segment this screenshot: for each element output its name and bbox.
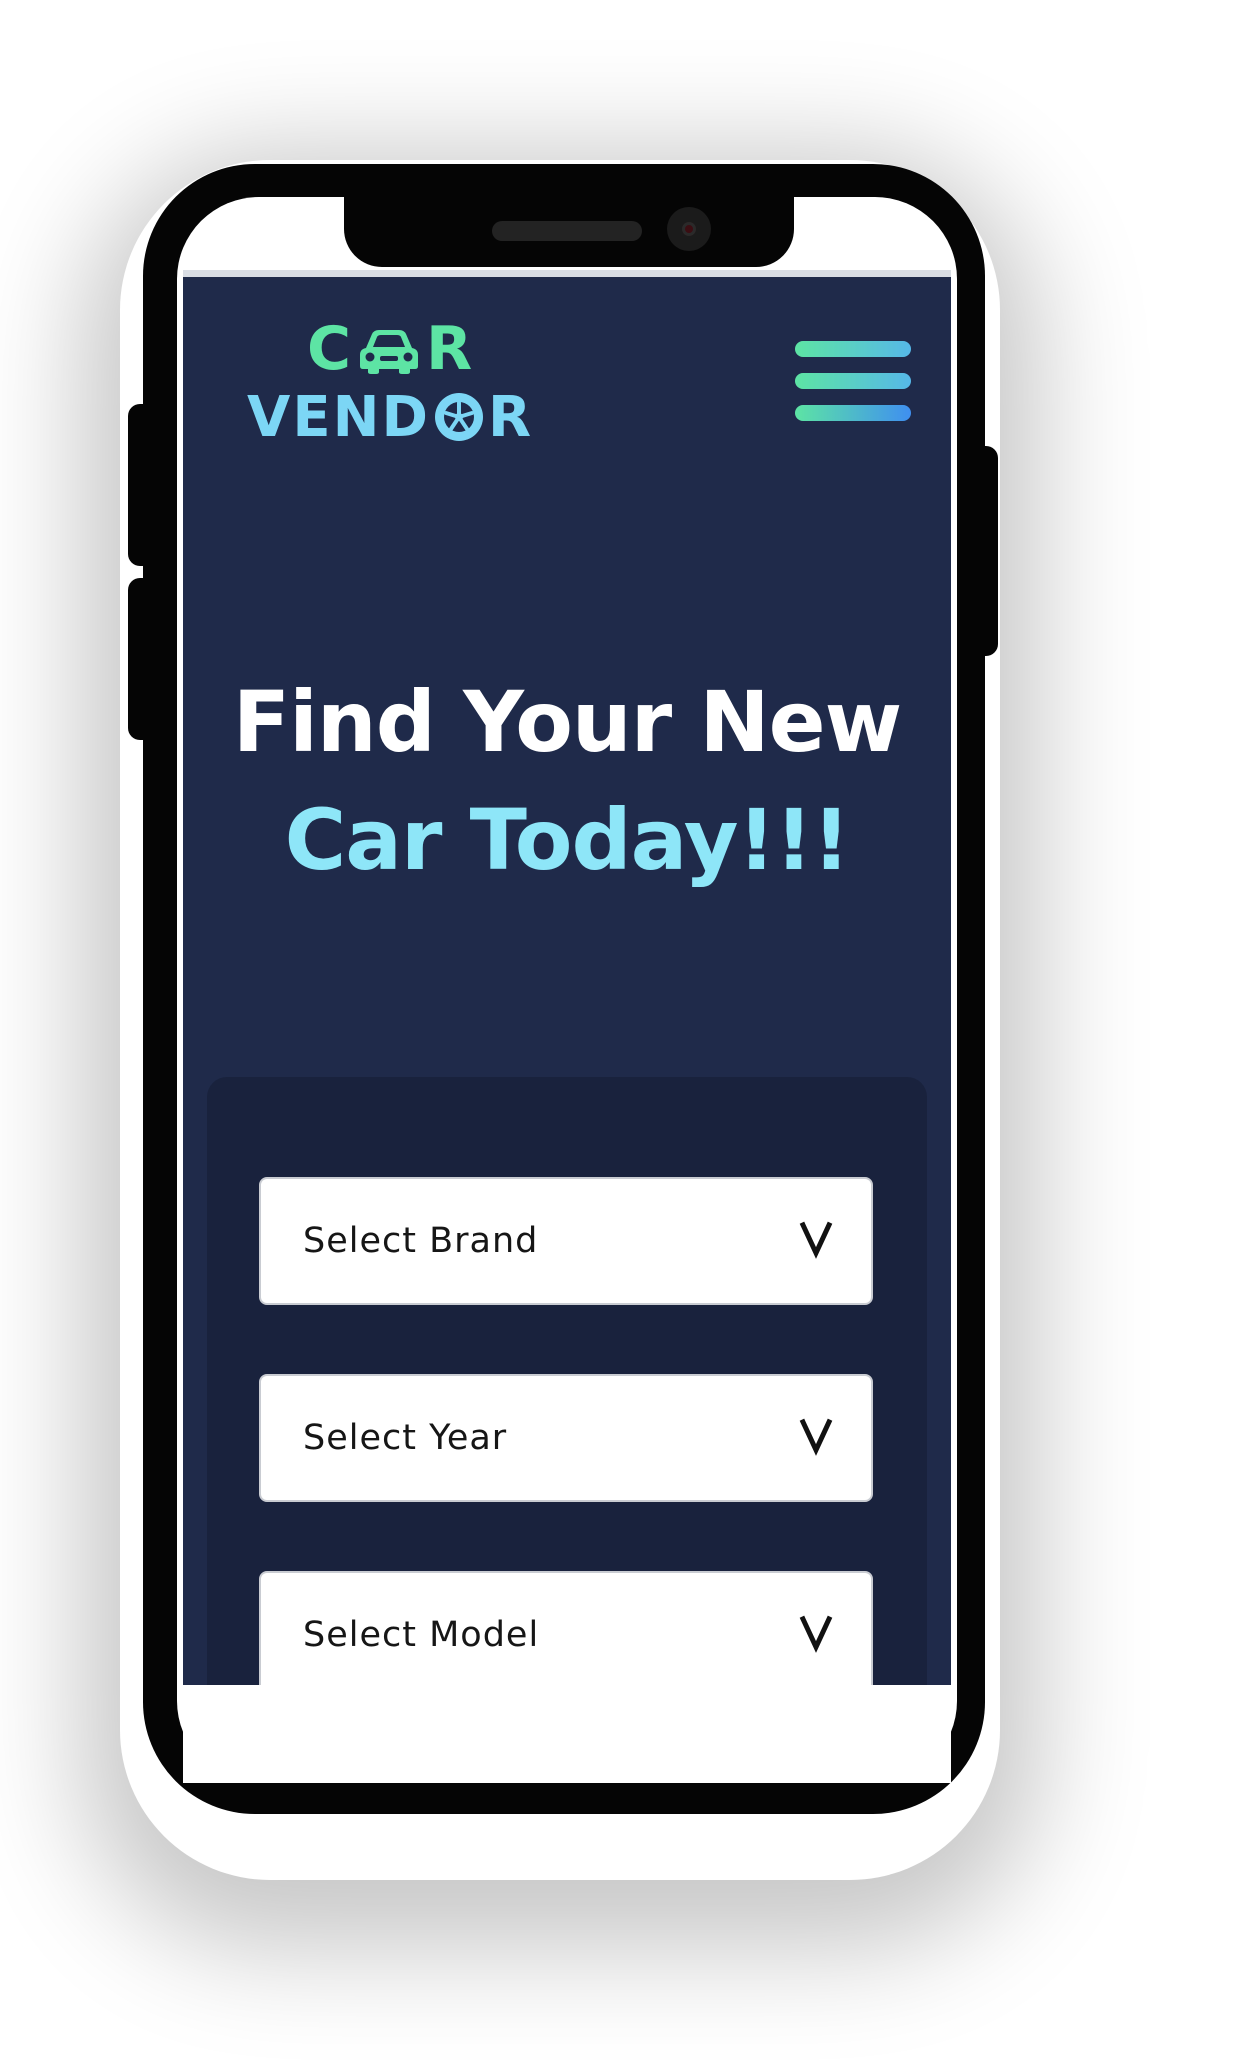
logo-letter: C <box>307 314 353 384</box>
chevron-down-icon <box>799 1615 833 1653</box>
year-select[interactable]: Select Year <box>259 1374 873 1502</box>
site-logo[interactable]: C R VEND R <box>247 314 577 450</box>
speaker-grille <box>492 221 642 241</box>
hero-line-accent: Car Today!!! <box>284 791 851 889</box>
menu-bar <box>795 405 911 421</box>
brand-select-label: Select Brand <box>303 1221 539 1261</box>
hero-heading: Find Your New Car Today!!! <box>183 663 951 899</box>
menu-bar <box>795 373 911 389</box>
hamburger-menu-icon[interactable] <box>795 341 911 425</box>
logo-letter: R <box>426 314 474 384</box>
logo-line-car: C R <box>307 314 474 384</box>
model-select[interactable]: Select Model <box>259 1571 873 1685</box>
car-search-panel: Select Brand Select Year Select Model <box>207 1077 927 1685</box>
logo-letter: R <box>487 384 534 450</box>
logo-line-vendor: VEND R <box>247 384 534 450</box>
car-vendor-app: C R VEND R Find Your New Car Today!!! Se… <box>183 277 951 1685</box>
car-icon <box>360 330 419 374</box>
year-select-label: Select Year <box>303 1418 508 1458</box>
menu-bar <box>795 341 911 357</box>
chevron-down-icon <box>799 1418 833 1456</box>
brand-select[interactable]: Select Brand <box>259 1177 873 1305</box>
hero-line-primary: Find Your New <box>232 673 903 771</box>
logo-letters: VEND <box>247 384 430 450</box>
browser-top-edge <box>183 270 951 277</box>
model-select-label: Select Model <box>303 1615 540 1655</box>
screen-bottom-area <box>183 1685 951 1783</box>
wheel-icon <box>434 393 483 441</box>
chevron-down-icon <box>799 1221 833 1259</box>
mockup-stage: C R VEND R Find Your New Car Today!!! Se… <box>0 0 1240 2071</box>
front-camera-icon <box>667 207 711 251</box>
